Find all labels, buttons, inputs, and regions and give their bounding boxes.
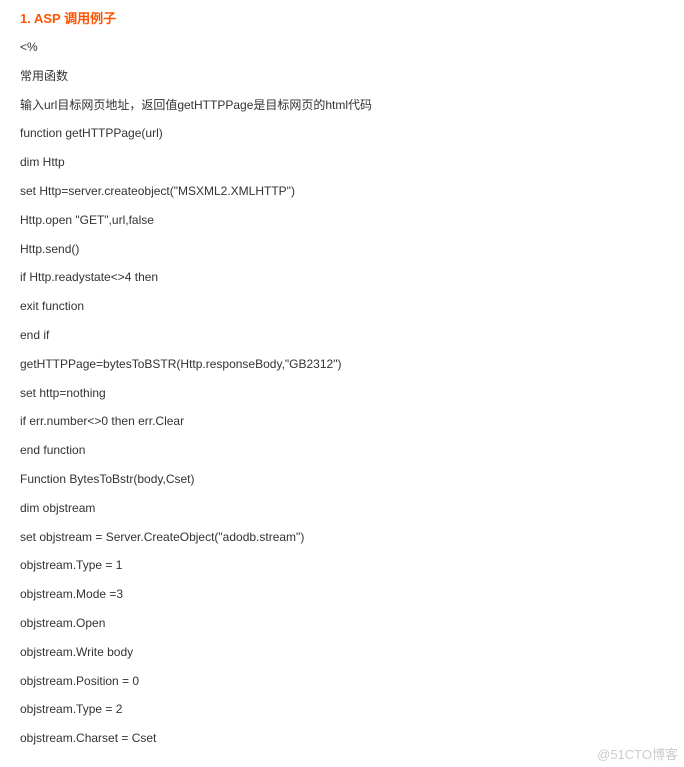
code-line: objstream.Type = 1 xyxy=(20,557,664,574)
code-line: set objstream = Server.CreateObject("ado… xyxy=(20,529,664,546)
code-line: objstream.Mode =3 xyxy=(20,586,664,603)
code-line: set Http=server.createobject("MSXML2.XML… xyxy=(20,183,664,200)
code-line: 输入url目标网页地址，返回值getHTTPPage是目标网页的html代码 xyxy=(20,97,664,114)
code-line: if Http.readystate<>4 then xyxy=(20,269,664,286)
code-line: exit function xyxy=(20,298,664,315)
code-line: set http=nothing xyxy=(20,385,664,402)
section-heading: 1. ASP 调用例子 xyxy=(20,8,664,27)
code-line: objstream.Type = 2 xyxy=(20,701,664,718)
code-line: 常用函数 xyxy=(20,68,664,85)
code-line: <% xyxy=(20,39,664,56)
code-line: dim objstream xyxy=(20,500,664,517)
code-line: end if xyxy=(20,327,664,344)
code-line: if err.number<>0 then err.Clear xyxy=(20,413,664,430)
code-line: dim Http xyxy=(20,154,664,171)
code-line: objstream.Position = 0 xyxy=(20,673,664,690)
code-line: getHTTPPage=bytesToBSTR(Http.responseBod… xyxy=(20,356,664,373)
code-line: end function xyxy=(20,442,664,459)
code-line: objstream.Charset = Cset xyxy=(20,730,664,747)
code-line: objstream.Write body xyxy=(20,644,664,661)
document-content: 1. ASP 调用例子 <% 常用函数 输入url目标网页地址，返回值getHT… xyxy=(0,0,684,767)
code-line: Http.send() xyxy=(20,241,664,258)
code-line: Function BytesToBstr(body,Cset) xyxy=(20,471,664,488)
code-line: objstream.Open xyxy=(20,615,664,632)
code-line: function getHTTPPage(url) xyxy=(20,125,664,142)
code-line: Http.open "GET",url,false xyxy=(20,212,664,229)
